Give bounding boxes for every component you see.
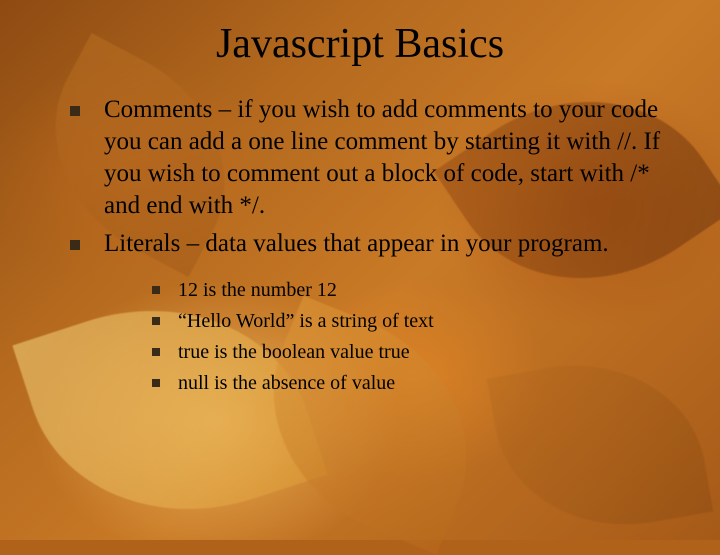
- sub-bullet: 12 is the number 12: [152, 276, 670, 304]
- sub-bullet-text: 12 is the number 12: [178, 279, 337, 301]
- sub-bullet-text: “Hello World” is a string of text: [178, 310, 434, 332]
- sub-bullet: “Hello World” is a string of text: [152, 307, 670, 335]
- sub-bullet-text: true is the boolean value true: [178, 341, 410, 363]
- sub-bullet-list: 12 is the number 12 “Hello World” is a s…: [104, 276, 670, 397]
- main-bullet-list: Comments – if you wish to add comments t…: [50, 94, 670, 397]
- bullet-text: Comments – if you wish to add comments t…: [104, 96, 660, 219]
- slide: Javascript Basics Comments – if you wish…: [0, 0, 720, 540]
- sub-bullet: null is the absence of value: [152, 369, 670, 397]
- slide-title: Javascript Basics: [50, 20, 670, 68]
- sub-bullet-text: null is the absence of value: [178, 372, 395, 394]
- bullet-literals: Literals – data values that appear in yo…: [70, 228, 670, 397]
- bullet-text: Literals – data values that appear in yo…: [104, 230, 609, 257]
- bullet-comments: Comments – if you wish to add comments t…: [70, 94, 670, 222]
- sub-bullet: true is the boolean value true: [152, 338, 670, 366]
